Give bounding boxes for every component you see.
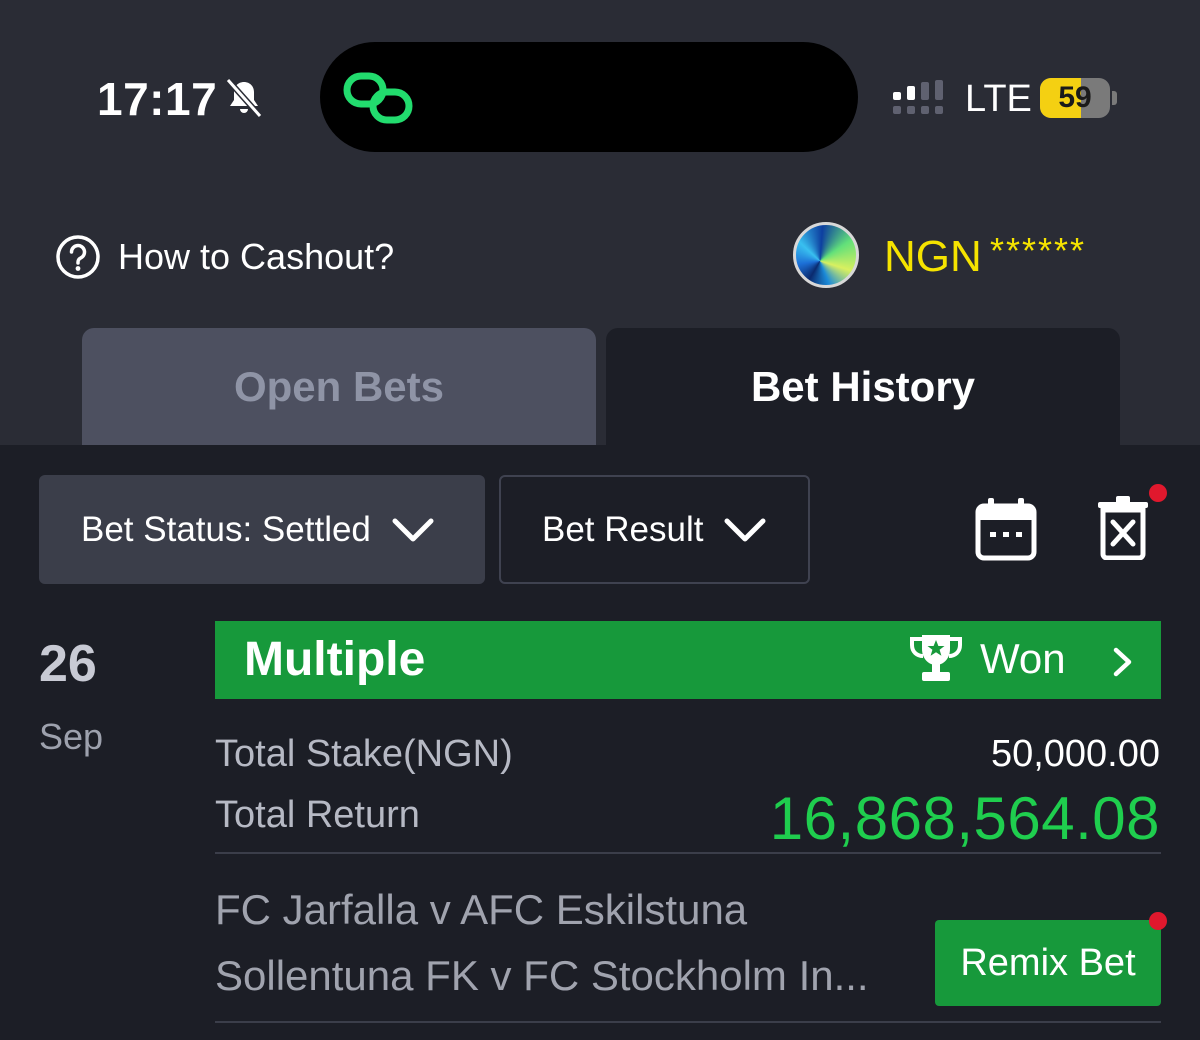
calendar-icon[interactable] [974, 496, 1038, 562]
total-stake-label: Total Stake(NGN) [215, 733, 513, 775]
total-stake-value: 50,000.00 [990, 733, 1160, 775]
bet-type-label: Multiple [244, 633, 426, 686]
bet-date-month: Sep [39, 716, 104, 757]
match-item: Sollentuna FK v FC Stockholm In... [215, 952, 869, 999]
tab-open-bets[interactable]: Open Bets [82, 328, 596, 445]
notification-dot [1149, 484, 1167, 502]
chevron-down-icon [392, 518, 434, 541]
total-return-value: 16,868,564.08 [769, 785, 1160, 852]
bet-date-day: 26 [39, 635, 97, 693]
divider [215, 852, 1161, 854]
match-item: FC Jarfalla v AFC Eskilstuna [215, 886, 748, 933]
bet-result-dropdown[interactable]: Bet Result [499, 475, 810, 584]
link-icon [343, 72, 413, 124]
bet-result-label: Bet Result [542, 509, 704, 549]
help-icon[interactable] [55, 234, 101, 280]
trophy-icon [910, 635, 962, 681]
network-label: LTE [965, 78, 1032, 120]
how-to-cashout-link[interactable]: How to Cashout? [118, 236, 394, 278]
chevron-down-icon [724, 518, 766, 541]
battery-level: 59 [1058, 81, 1092, 114]
tab-bet-history[interactable]: Bet History [606, 328, 1120, 445]
chevron-right-icon[interactable] [1112, 646, 1134, 678]
bell-muted-icon [225, 78, 263, 118]
battery-cap [1112, 91, 1117, 105]
remix-bet-button[interactable]: Remix Bet [935, 920, 1161, 1006]
balance-masked[interactable]: ****** [990, 230, 1086, 272]
battery-indicator: 59 [1040, 78, 1110, 118]
currency-label: NGN [884, 232, 982, 281]
delete-icon[interactable] [1096, 496, 1150, 560]
bet-status-label: Bet Status: Settled [81, 509, 371, 549]
notification-dot [1149, 912, 1167, 930]
divider [215, 1021, 1161, 1023]
total-return-label: Total Return [215, 794, 420, 836]
bet-result-status: Won [980, 635, 1066, 682]
bet-status-dropdown[interactable]: Bet Status: Settled [39, 475, 485, 584]
avatar[interactable] [793, 222, 859, 288]
status-time: 17:17 [97, 73, 218, 125]
signal-icon [893, 80, 943, 114]
